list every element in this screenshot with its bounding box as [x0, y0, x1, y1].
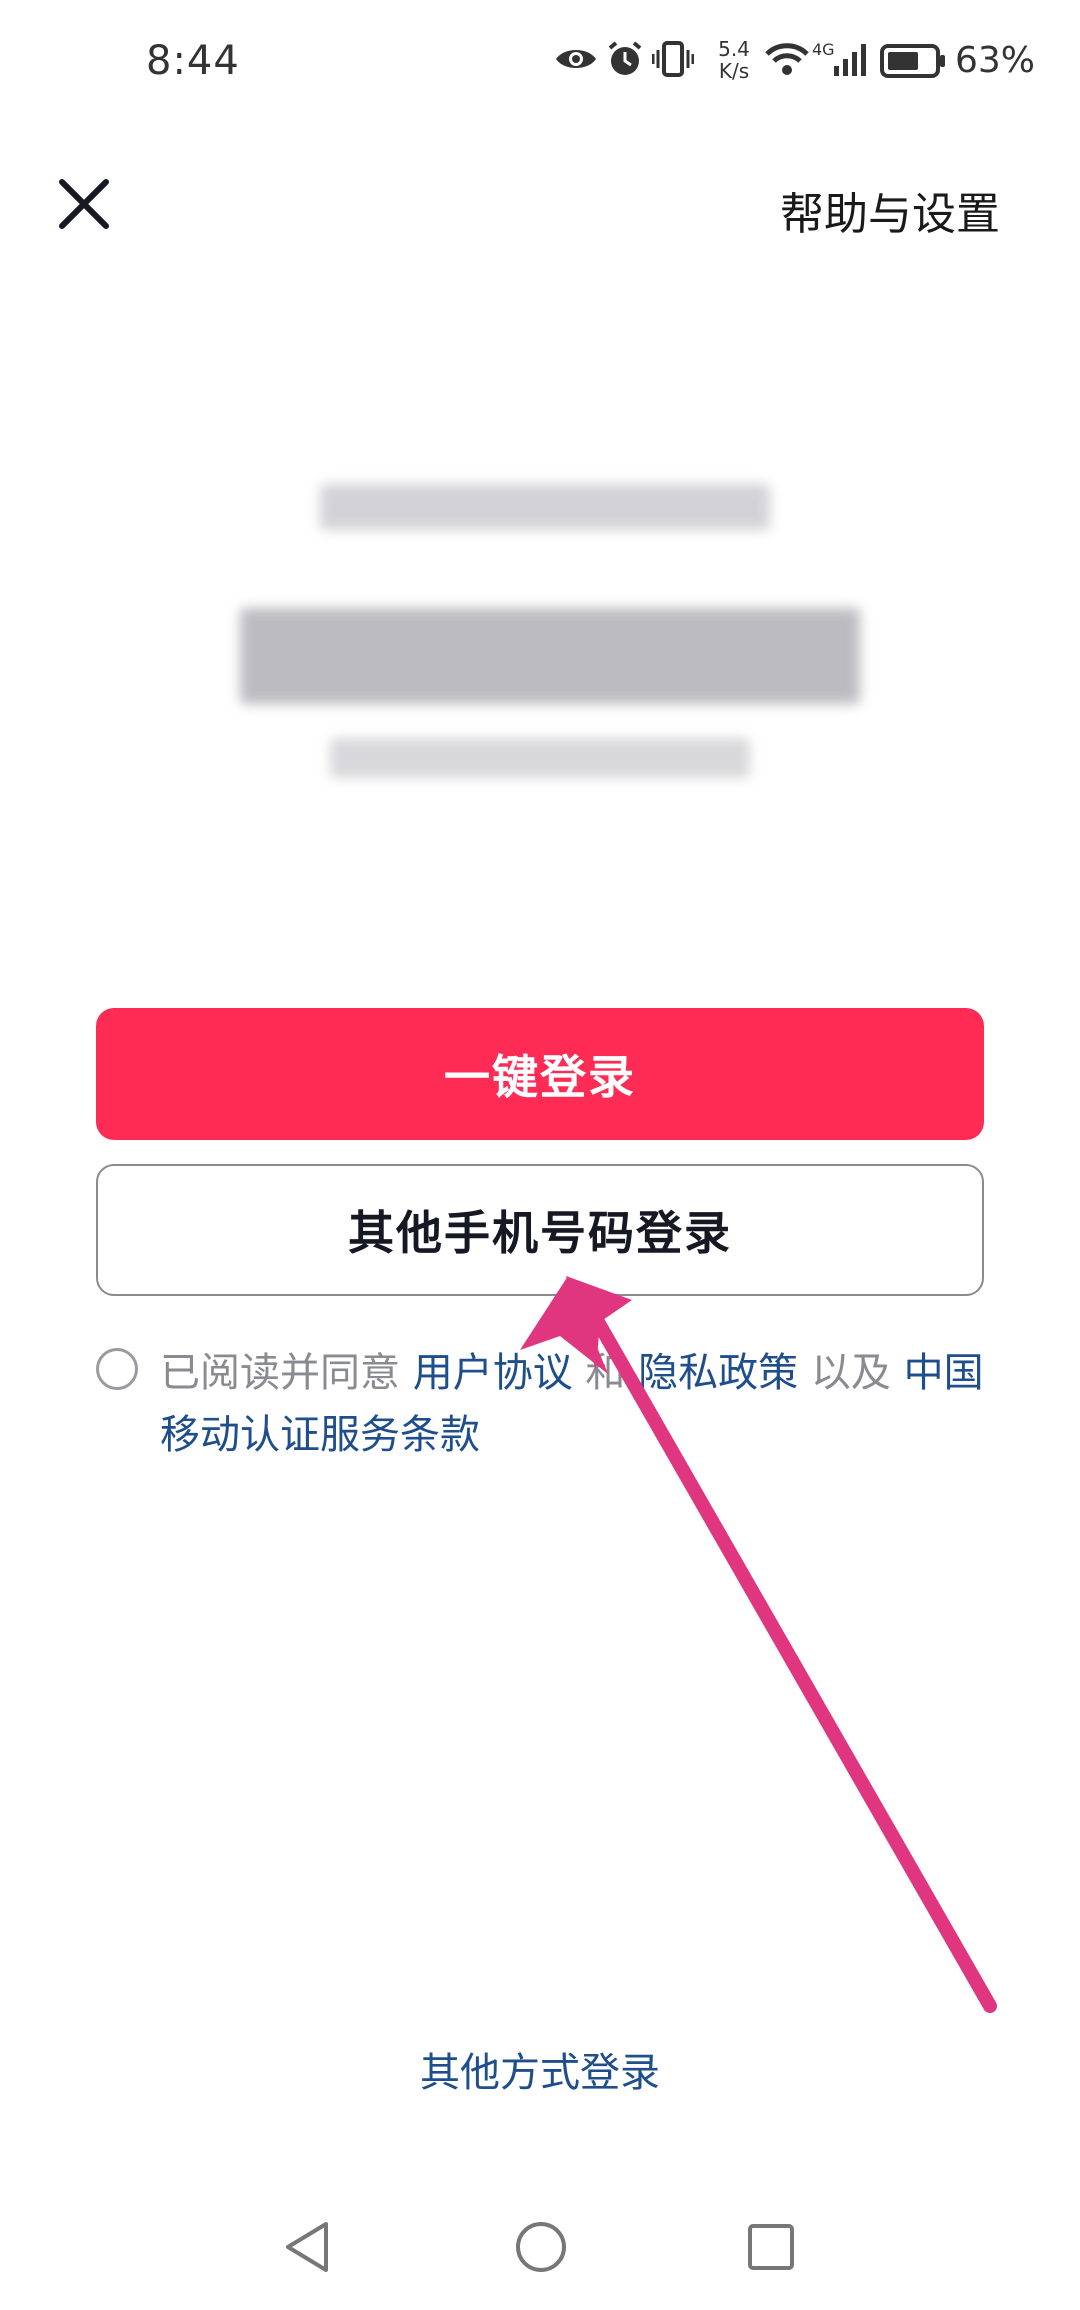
recents-nav-icon[interactable]	[746, 2220, 796, 2274]
home-nav-icon[interactable]	[514, 2220, 568, 2274]
agreement-text: 已阅读并同意 用户协议 和 隐私政策 以及 中国移动认证服务条款	[160, 1342, 990, 1466]
blurred-carrier-info	[330, 738, 750, 778]
agreement-checkbox[interactable]	[96, 1348, 138, 1390]
alarm-icon	[608, 41, 642, 75]
one-click-login-button[interactable]: 一键登录	[96, 1008, 984, 1140]
other-method-login-link[interactable]: 其他方式登录	[0, 2040, 1080, 2098]
blurred-title	[320, 484, 770, 530]
vibrate-icon	[652, 41, 694, 77]
user-agreement-link[interactable]: 用户协议	[413, 1350, 573, 1396]
network-speed: 5.4 K/s	[712, 38, 756, 82]
other-phone-login-button[interactable]: 其他手机号码登录	[96, 1164, 984, 1296]
agreement-and: 和	[572, 1350, 639, 1396]
network-speed-unit: K/s	[718, 59, 750, 83]
eye-icon	[556, 50, 596, 68]
network-speed-value: 5.4	[718, 37, 750, 61]
agreement-prefix: 已阅读并同意	[160, 1350, 413, 1396]
help-settings-link[interactable]: 帮助与设置	[780, 178, 1000, 242]
status-time: 8:44	[146, 38, 240, 84]
signal-icon	[834, 44, 866, 76]
wifi-icon	[765, 43, 809, 75]
agreement-as-well-as: 以及	[798, 1350, 904, 1396]
blurred-phone-number	[240, 608, 860, 704]
battery-icon	[880, 44, 945, 78]
close-icon[interactable]	[52, 172, 116, 236]
battery-percent: 63%	[955, 40, 1036, 81]
annotation-arrow-icon	[520, 1276, 997, 2013]
masked-phone-info	[0, 440, 1080, 820]
privacy-policy-link[interactable]: 隐私政策	[638, 1350, 798, 1396]
back-nav-icon[interactable]	[282, 2220, 332, 2274]
